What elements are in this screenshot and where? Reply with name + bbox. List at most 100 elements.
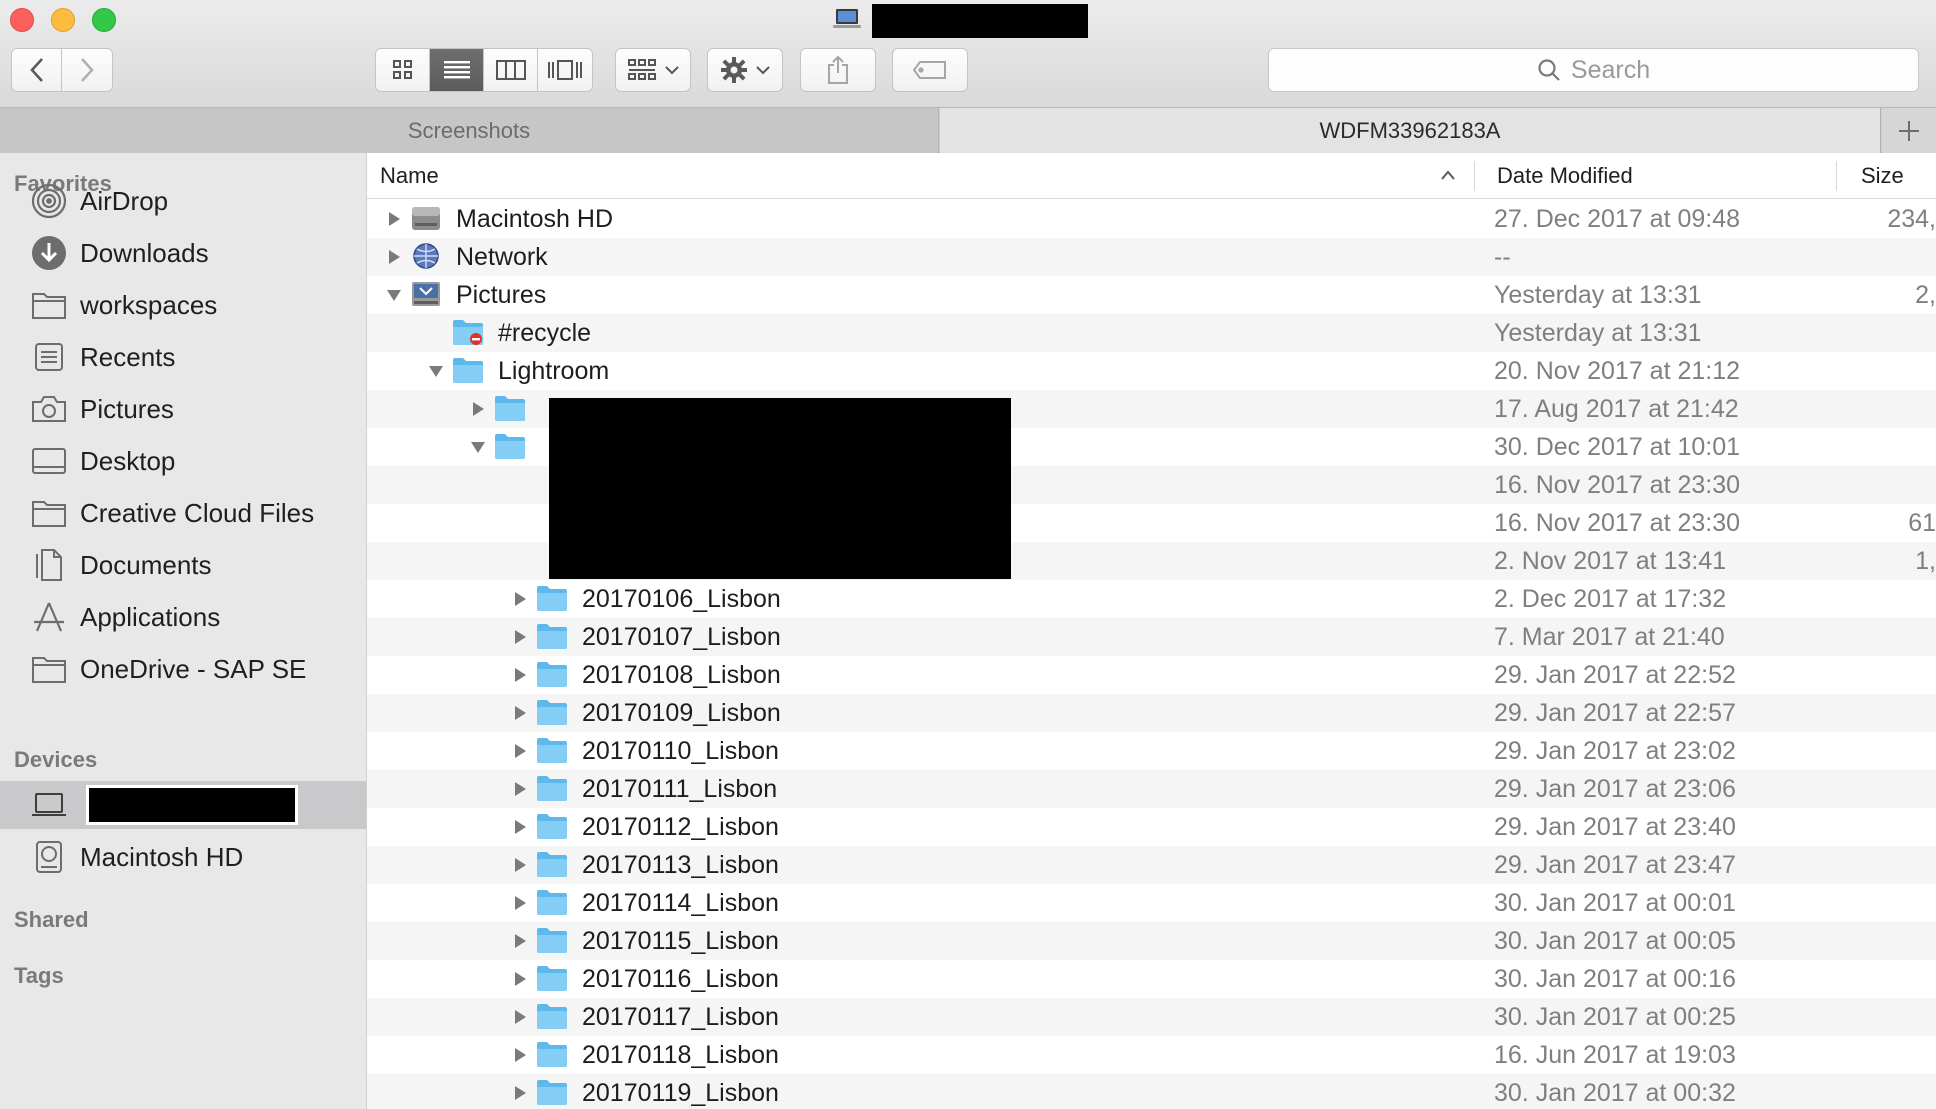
table-row[interactable]: 20170113_Lisbon 29. Jan 2017 at 23:47	[367, 846, 1936, 884]
table-row[interactable]: 20170118_Lisbon 16. Jun 2017 at 19:03	[367, 1036, 1936, 1074]
zoom-window-button[interactable]	[92, 8, 116, 32]
table-row[interactable]: 20170114_Lisbon 30. Jan 2017 at 00:01	[367, 884, 1936, 922]
table-row[interactable]: 20170109_Lisbon 29. Jan 2017 at 22:57	[367, 694, 1936, 732]
disclosure-collapsed-icon[interactable]	[468, 399, 488, 419]
forward-button[interactable]	[62, 49, 112, 91]
share-icon	[828, 55, 848, 84]
row-date-modified: 30. Jan 2017 at 00:32	[1494, 1079, 1736, 1107]
edit-tags-button[interactable]	[892, 48, 968, 92]
row-date-modified: 29. Jan 2017 at 23:02	[1494, 737, 1736, 765]
folder-icon	[536, 964, 568, 992]
row-date-modified: 29. Jan 2017 at 22:52	[1494, 661, 1736, 689]
sidebar-item-label: Desktop	[80, 445, 176, 476]
table-row[interactable]: #recycle Yesterday at 13:31	[367, 314, 1936, 352]
table-row[interactable]: 20170115_Lisbon 30. Jan 2017 at 00:05	[367, 922, 1936, 960]
sidebar-section-tags[interactable]: Tags	[14, 963, 64, 989]
sidebar-item-documents[interactable]: Documents	[0, 541, 366, 589]
disclosure-collapsed-icon[interactable]	[510, 817, 530, 837]
coverflow-view-button[interactable]	[538, 49, 592, 91]
sidebar-item-workspaces[interactable]: workspaces	[0, 281, 366, 329]
sort-ascending-icon	[1441, 170, 1455, 180]
documents-icon	[30, 547, 68, 583]
group-by-button[interactable]	[615, 48, 691, 92]
table-row[interactable]: 20170107_Lisbon 7. Mar 2017 at 21:40	[367, 618, 1936, 656]
sidebar-section-shared[interactable]: Shared	[14, 907, 89, 933]
table-row[interactable]: Network --	[367, 238, 1936, 276]
disclosure-collapsed-icon[interactable]	[510, 893, 530, 913]
sidebar-item-pictures[interactable]: Pictures	[0, 385, 366, 433]
tab-screenshots[interactable]: Screenshots	[0, 108, 939, 153]
sidebar-item-downloads[interactable]: Downloads	[0, 229, 366, 277]
disclosure-collapsed-icon[interactable]	[510, 703, 530, 723]
sidebar-item-creative-cloud-files[interactable]: Creative Cloud Files	[0, 489, 366, 537]
chevron-down-icon	[665, 66, 679, 75]
disclosure-collapsed-icon[interactable]	[510, 779, 530, 799]
disclosure-collapsed-icon[interactable]	[384, 209, 404, 229]
sidebar-item-label: Recents	[80, 341, 176, 372]
table-row[interactable]: 20170108_Lisbon 29. Jan 2017 at 22:52	[367, 656, 1936, 694]
folder-icon	[30, 287, 68, 323]
list-view-button[interactable]	[430, 49, 484, 91]
tab-bar: Screenshots WDFM33962183A	[0, 108, 1936, 153]
disclosure-expanded-icon[interactable]	[426, 361, 446, 381]
table-row[interactable]: 20170106_Lisbon 2. Dec 2017 at 17:32	[367, 580, 1936, 618]
folder-icon	[536, 1002, 568, 1030]
folder-icon	[536, 812, 568, 840]
sidebar-item-desktop[interactable]: Desktop	[0, 437, 366, 485]
row-date-modified: 29. Jan 2017 at 23:40	[1494, 813, 1736, 841]
disclosure-collapsed-icon[interactable]	[510, 1083, 530, 1103]
sidebar-item-macintosh-hd[interactable]: Macintosh HD	[0, 833, 366, 881]
row-date-modified: 29. Jan 2017 at 23:06	[1494, 775, 1736, 803]
column-header-name[interactable]: Name	[380, 153, 439, 199]
disclosure-collapsed-icon[interactable]	[510, 1045, 530, 1065]
column-view-button[interactable]	[484, 49, 538, 91]
sidebar-item-airdrop[interactable]: AirDrop	[0, 177, 366, 225]
back-button[interactable]	[12, 49, 62, 91]
sidebar-item-recents[interactable]: Recents	[0, 333, 366, 381]
table-row[interactable]: 20170119_Lisbon 30. Jan 2017 at 00:32	[367, 1074, 1936, 1109]
tag-icon	[912, 61, 946, 79]
row-name: 20170116_Lisbon	[582, 965, 779, 993]
search-placeholder: Search	[1570, 55, 1651, 84]
column-separator[interactable]	[1474, 161, 1475, 191]
table-row[interactable]: 20170112_Lisbon 29. Jan 2017 at 23:40	[367, 808, 1936, 846]
action-button[interactable]	[707, 48, 783, 92]
column-header-size[interactable]: Size	[1861, 153, 1904, 199]
airdrop-icon	[30, 183, 68, 219]
disclosure-collapsed-icon[interactable]	[510, 589, 530, 609]
table-row[interactable]: Pictures Yesterday at 13:31 2,	[367, 276, 1936, 314]
close-window-button[interactable]	[10, 8, 34, 32]
icon-view-button[interactable]	[376, 49, 430, 91]
search-field[interactable]: Search	[1268, 48, 1919, 92]
sidebar-item-onedrive[interactable]: OneDrive - SAP SE	[0, 645, 366, 693]
table-row[interactable]: Lightroom 20. Nov 2017 at 21:12	[367, 352, 1936, 390]
table-row[interactable]: 20170110_Lisbon 29. Jan 2017 at 23:02	[367, 732, 1936, 770]
disclosure-collapsed-icon[interactable]	[510, 931, 530, 951]
share-button[interactable]	[800, 48, 876, 92]
table-row[interactable]: 20170117_Lisbon 30. Jan 2017 at 00:25	[367, 998, 1936, 1036]
new-tab-button[interactable]	[1882, 108, 1936, 153]
disclosure-expanded-icon[interactable]	[468, 437, 488, 457]
row-date-modified: 30. Jan 2017 at 00:16	[1494, 965, 1736, 993]
disclosure-collapsed-icon[interactable]	[384, 247, 404, 267]
table-row[interactable]: Macintosh HD 27. Dec 2017 at 09:48 234,	[367, 200, 1936, 238]
tab-wdfm[interactable]: WDFM33962183A	[940, 108, 1881, 153]
table-row[interactable]: 20170116_Lisbon 30. Jan 2017 at 00:16	[367, 960, 1936, 998]
disclosure-collapsed-icon[interactable]	[510, 969, 530, 989]
disclosure-collapsed-icon[interactable]	[510, 627, 530, 647]
disclosure-collapsed-icon[interactable]	[510, 855, 530, 875]
disclosure-collapsed-icon[interactable]	[510, 741, 530, 761]
column-separator[interactable]	[1836, 161, 1837, 191]
minimize-window-button[interactable]	[51, 8, 75, 32]
disclosure-collapsed-icon[interactable]	[510, 1007, 530, 1027]
icon-view-icon	[392, 60, 412, 79]
disclosure-collapsed-icon[interactable]	[510, 665, 530, 685]
window-toolbar: Search	[0, 0, 1936, 108]
sidebar-item-applications[interactable]: Applications	[0, 593, 366, 641]
table-row[interactable]: 20170111_Lisbon 29. Jan 2017 at 23:06	[367, 770, 1936, 808]
column-header-date[interactable]: Date Modified	[1497, 153, 1633, 199]
row-date-modified: 17. Aug 2017 at 21:42	[1494, 395, 1739, 423]
sidebar-item-label: Macintosh HD	[80, 841, 244, 872]
sidebar-item-this-mac[interactable]	[0, 781, 366, 829]
disclosure-expanded-icon[interactable]	[384, 285, 404, 305]
